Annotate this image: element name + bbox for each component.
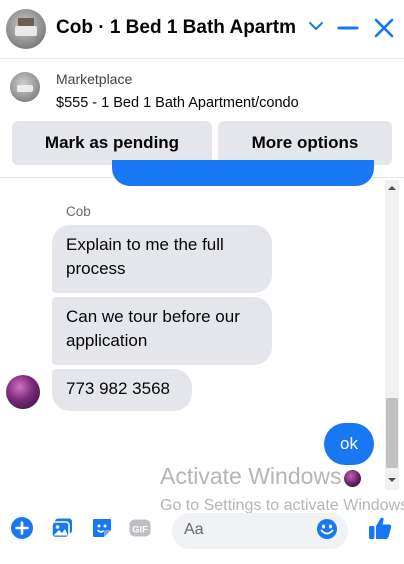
minimize-icon[interactable] [337,18,359,38]
sent-message-bubble-partial [112,160,374,186]
listing-thumbnail[interactable] [10,72,40,102]
listing-title[interactable]: $555 - 1 Bed 1 Bath Apartment/condo [56,95,299,111]
marketplace-label: Marketplace [56,71,133,87]
photo-icon[interactable] [50,516,74,540]
contact-avatar[interactable] [6,375,40,409]
scrollbar-thumb[interactable] [386,398,398,468]
activate-windows-watermark: Activate Windows [160,463,342,489]
message-input-placeholder: Aa [184,521,204,538]
sticker-icon[interactable] [90,516,114,540]
svg-text:GIF: GIF [132,524,148,535]
close-icon[interactable] [372,16,396,40]
header-divider [0,58,404,59]
sent-message[interactable]: ok [324,423,374,465]
received-message[interactable]: Explain to me the full process [52,225,272,293]
scroll-down-arrow-icon[interactable] [388,476,396,484]
listing-avatar[interactable] [6,9,46,49]
plus-icon[interactable] [10,516,34,540]
gif-icon[interactable]: GIF [128,516,152,540]
more-options-button[interactable]: More options [218,121,392,165]
seen-avatar [344,470,361,487]
like-icon[interactable] [366,514,394,542]
chevron-down-icon[interactable] [306,16,326,36]
emoji-icon[interactable] [316,518,338,540]
scroll-up-arrow-icon[interactable] [388,184,396,192]
received-message[interactable]: Can we tour before our application [52,297,272,365]
mark-as-pending-button[interactable]: Mark as pending [12,121,212,165]
received-message[interactable]: 773 982 3568 [52,369,192,411]
chat-title[interactable]: Cob · 1 Bed 1 Bath Apartm... [56,17,296,39]
sender-name: Cob [66,204,91,219]
